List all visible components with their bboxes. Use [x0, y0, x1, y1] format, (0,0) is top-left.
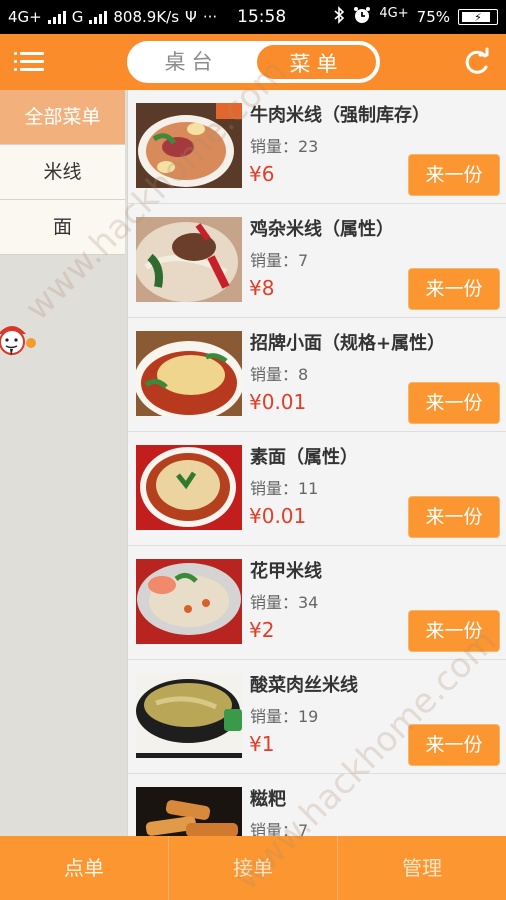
dish-image — [136, 331, 242, 416]
menu-item: 酸菜肉丝米线 销量：19 ¥1 来一份 — [128, 660, 506, 774]
add-one-button[interactable]: 来一份 — [408, 154, 500, 196]
category-noodles[interactable]: 面 — [0, 200, 125, 255]
menu-item: 花甲米线 销量：34 ¥2 来一份 — [128, 546, 506, 660]
bottom-navigation: 点单 接单 管理 — [0, 836, 506, 900]
category-sidebar: 全部菜单 米线 面 — [0, 90, 125, 836]
menu-item: 素面（属性） 销量：11 ¥0.01 来一份 — [128, 432, 506, 546]
dish-sales: 销量：19 — [250, 707, 319, 726]
app-header: 桌台 菜单 — [0, 34, 506, 90]
dish-name: 花甲米线 — [250, 561, 322, 582]
dish-sales: 销量：34 — [250, 593, 319, 612]
dish-sales: 销量：7 — [250, 251, 309, 270]
battery-percent: 75% — [416, 8, 450, 26]
dish-price: ¥0.01 — [249, 504, 307, 528]
bluetooth-icon — [333, 6, 345, 28]
dish-sales: 销量：11 — [250, 479, 319, 498]
add-one-button[interactable]: 来一份 — [408, 496, 500, 538]
add-one-button[interactable]: 来一份 — [408, 610, 500, 652]
dish-image — [136, 445, 242, 530]
signal-icon — [47, 10, 66, 24]
status-bar: 4G+ G 808.9K/s Ψ ··· 15:58 4G+ 75% ⚡ — [0, 0, 506, 34]
network-speed: 808.9K/s — [113, 8, 180, 26]
menu-item-list[interactable]: 牛肉米线（强制库存） 销量：23 ¥6 来一份 鸡杂米线（属性） 销量：7 ¥8… — [127, 90, 506, 836]
dish-image — [136, 103, 242, 188]
category-rice-noodles[interactable]: 米线 — [0, 145, 125, 200]
menu-list-icon[interactable] — [14, 48, 46, 76]
battery-icon: ⚡ — [458, 9, 498, 25]
usb-icon: Ψ — [185, 8, 197, 26]
add-one-button[interactable]: 来一份 — [408, 268, 500, 310]
add-one-button[interactable]: 来一份 — [408, 724, 500, 766]
menu-item: 牛肉米线（强制库存） 销量：23 ¥6 来一份 — [128, 90, 506, 204]
nav-tab-manage[interactable]: 管理 — [338, 836, 506, 900]
view-segment-control: 桌台 菜单 — [127, 41, 380, 83]
dish-name: 酸菜肉丝米线 — [250, 675, 358, 696]
dish-sales: 销量：7 — [250, 821, 309, 836]
menu-item: 糍粑 销量：7 — [128, 774, 506, 836]
dish-name: 招牌小面（规格+属性） — [250, 333, 446, 354]
refresh-icon[interactable] — [462, 47, 492, 77]
network-type-2: G — [71, 8, 84, 26]
tab-menu[interactable]: 菜单 — [255, 43, 378, 81]
dish-price: ¥6 — [249, 162, 275, 186]
category-all[interactable]: 全部菜单 — [0, 90, 125, 145]
dish-image — [136, 787, 242, 836]
dish-image — [136, 673, 242, 758]
dish-sales: 销量：8 — [250, 365, 309, 384]
tab-tables[interactable]: 桌台 — [129, 43, 254, 81]
dish-price: ¥1 — [249, 732, 275, 756]
menu-item: 招牌小面（规格+属性） 销量：8 ¥0.01 来一份 — [128, 318, 506, 432]
alarm-icon — [353, 6, 371, 28]
network-type-1: 4G+ — [8, 8, 42, 26]
add-one-button[interactable]: 来一份 — [408, 382, 500, 424]
dish-name: 牛肉米线（强制库存） — [250, 105, 430, 126]
dish-image — [136, 559, 242, 644]
dish-name: 鸡杂米线（属性） — [250, 219, 394, 240]
dish-price: ¥2 — [249, 618, 275, 642]
signal-icon — [89, 10, 108, 24]
nav-tab-receive-orders[interactable]: 接单 — [169, 836, 338, 900]
dish-name: 素面（属性） — [250, 447, 358, 468]
dish-name: 糍粑 — [250, 789, 286, 810]
dish-image — [136, 217, 242, 302]
mascot-floating-icon[interactable] — [0, 316, 44, 368]
nav-tab-order[interactable]: 点单 — [0, 836, 169, 900]
dish-price: ¥0.01 — [249, 390, 307, 414]
network-type-3: 4G+ — [379, 5, 409, 21]
more-dots-icon: ··· — [202, 8, 218, 26]
menu-item: 鸡杂米线（属性） 销量：7 ¥8 来一份 — [128, 204, 506, 318]
dish-price: ¥8 — [249, 276, 275, 300]
dish-sales: 销量：23 — [250, 137, 319, 156]
clock: 15:58 — [237, 7, 287, 27]
